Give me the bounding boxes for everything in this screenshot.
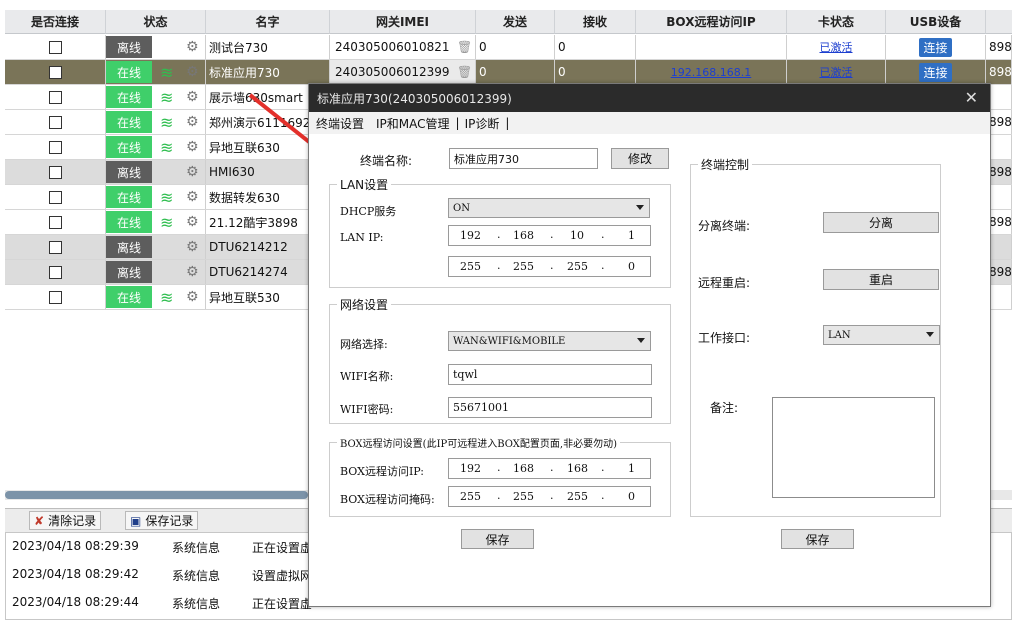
ip-dot: . bbox=[550, 228, 554, 241]
dialog-title: 标准应用730(240305006012399) bbox=[317, 91, 512, 106]
ip-octet: 1 bbox=[628, 462, 635, 475]
tab-ip-diagnose[interactable]: IP诊断 bbox=[465, 115, 500, 132]
network-select-value: WAN&WIFI&MOBILE bbox=[453, 335, 566, 347]
log-msg: 设置虚拟网 bbox=[252, 569, 313, 583]
lan-settings-title: LAN设置 bbox=[337, 176, 392, 193]
log-msg: 正在设置虚 bbox=[252, 541, 313, 555]
reboot-button[interactable]: 重启 bbox=[823, 269, 939, 290]
work-interface-select[interactable]: LAN bbox=[823, 325, 940, 345]
ip-dot: . bbox=[601, 461, 605, 474]
wifi-name-field[interactable]: tqwl bbox=[448, 364, 652, 385]
ip-dot: . bbox=[601, 228, 605, 241]
network-select-label: 网络选择: bbox=[340, 338, 388, 351]
lan-ip-input[interactable]: 192. 168. 10. 1 bbox=[448, 225, 651, 246]
chevron-down-icon bbox=[636, 205, 644, 210]
box-ip-input[interactable]: 192. 168. 168. 1 bbox=[448, 458, 651, 479]
mask-octet: 0 bbox=[628, 490, 635, 503]
dhcp-value: ON bbox=[453, 202, 470, 214]
ip-dot: . bbox=[550, 259, 554, 272]
mask-octet: 255 bbox=[513, 260, 534, 273]
log-msg: 正在设置虚 bbox=[252, 597, 313, 611]
box-remote-title: BOX远程访问设置(此IP可远程进入BOX配置页面,非必要勿动) bbox=[337, 435, 621, 450]
wifi-password-label: WIFI密码: bbox=[340, 403, 394, 416]
wifi-password-field[interactable]: 55671001 bbox=[448, 397, 652, 418]
tab-separator: | bbox=[455, 116, 460, 130]
ip-dot: . bbox=[550, 489, 554, 502]
ip-octet: 168 bbox=[513, 462, 534, 475]
mask-octet: 0 bbox=[628, 260, 635, 273]
ip-dot: . bbox=[497, 259, 501, 272]
note-textarea[interactable] bbox=[772, 397, 935, 498]
terminal-control-title: 终端控制 bbox=[698, 156, 753, 173]
dialog-tabs: 终端设置 IP和MAC管理 | IP诊断 | bbox=[309, 112, 990, 134]
clear-icon: ✘ bbox=[34, 513, 45, 528]
dialog-titlebar: 标准应用730(240305006012399) ✕ bbox=[309, 84, 990, 112]
dhcp-label: DHCP服务 bbox=[340, 205, 397, 218]
note-label: 备注: bbox=[710, 401, 739, 415]
detach-button[interactable]: 分离 bbox=[823, 212, 939, 233]
tab-separator: | bbox=[505, 116, 510, 130]
wifi-name-label: WIFI名称: bbox=[340, 370, 394, 383]
ip-dot: . bbox=[497, 489, 501, 502]
box-mask-input[interactable]: 255. 255. 255. 0 bbox=[448, 486, 651, 507]
ip-octet: 168 bbox=[513, 229, 534, 242]
dhcp-select[interactable]: ON bbox=[448, 198, 650, 218]
ip-dot: . bbox=[601, 489, 605, 502]
network-settings-title: 网络设置 bbox=[337, 296, 392, 313]
ip-dot: . bbox=[497, 461, 501, 474]
ip-octet: 192 bbox=[460, 462, 481, 475]
clear-log-label: 清除记录 bbox=[48, 514, 97, 528]
terminal-name-label: 终端名称: bbox=[360, 154, 413, 168]
log-time: 2023/04/18 08:29:44 bbox=[12, 595, 139, 609]
chevron-down-icon bbox=[926, 332, 934, 337]
mask-octet: 255 bbox=[567, 260, 588, 273]
work-interface-value: LAN bbox=[828, 329, 851, 341]
chevron-down-icon bbox=[637, 338, 645, 343]
mask-octet: 255 bbox=[460, 490, 481, 503]
lan-ip-label: LAN IP: bbox=[340, 231, 384, 244]
floppy-icon: ▣ bbox=[130, 513, 142, 528]
terminal-settings-dialog: 标准应用730(240305006012399) ✕ 终端设置 IP和MAC管理… bbox=[308, 83, 991, 607]
log-type: 系统信息 bbox=[172, 597, 221, 611]
network-select[interactable]: WAN&WIFI&MOBILE bbox=[448, 331, 651, 351]
work-interface-label: 工作接口: bbox=[698, 331, 751, 345]
save-control-button[interactable]: 保存 bbox=[781, 529, 854, 549]
ip-octet: 192 bbox=[460, 229, 481, 242]
terminal-name-field[interactable]: 标准应用730 bbox=[449, 148, 598, 169]
clear-log-button[interactable]: ✘ 清除记录 bbox=[29, 511, 102, 530]
mask-octet: 255 bbox=[460, 260, 481, 273]
ip-octet: 10 bbox=[570, 229, 584, 242]
log-time: 2023/04/18 08:29:42 bbox=[12, 567, 139, 581]
tab-ip-mac[interactable]: IP和MAC管理 bbox=[376, 115, 450, 132]
detach-label: 分离终端: bbox=[698, 219, 751, 233]
save-log-label: 保存记录 bbox=[145, 514, 194, 528]
save-settings-button[interactable]: 保存 bbox=[461, 529, 534, 549]
mask-octet: 255 bbox=[567, 490, 588, 503]
ip-dot: . bbox=[497, 228, 501, 241]
close-icon[interactable]: ✕ bbox=[965, 88, 978, 107]
log-type: 系统信息 bbox=[172, 541, 221, 555]
ip-octet: 168 bbox=[567, 462, 588, 475]
box-ip-label: BOX远程访问IP: bbox=[340, 465, 425, 478]
mask-octet: 255 bbox=[513, 490, 534, 503]
tab-terminal-settings[interactable]: 终端设置 bbox=[316, 115, 364, 132]
reboot-label: 远程重启: bbox=[698, 276, 751, 290]
log-time: 2023/04/18 08:29:39 bbox=[12, 539, 139, 553]
save-log-button[interactable]: ▣ 保存记录 bbox=[125, 511, 199, 530]
log-type: 系统信息 bbox=[172, 569, 221, 583]
box-mask-label: BOX远程访问掩码: bbox=[340, 493, 435, 506]
ip-octet: 1 bbox=[628, 229, 635, 242]
modify-button[interactable]: 修改 bbox=[611, 148, 669, 169]
ip-dot: . bbox=[601, 259, 605, 272]
ip-dot: . bbox=[550, 461, 554, 474]
lan-mask-input[interactable]: 255. 255. 255. 0 bbox=[448, 256, 651, 277]
